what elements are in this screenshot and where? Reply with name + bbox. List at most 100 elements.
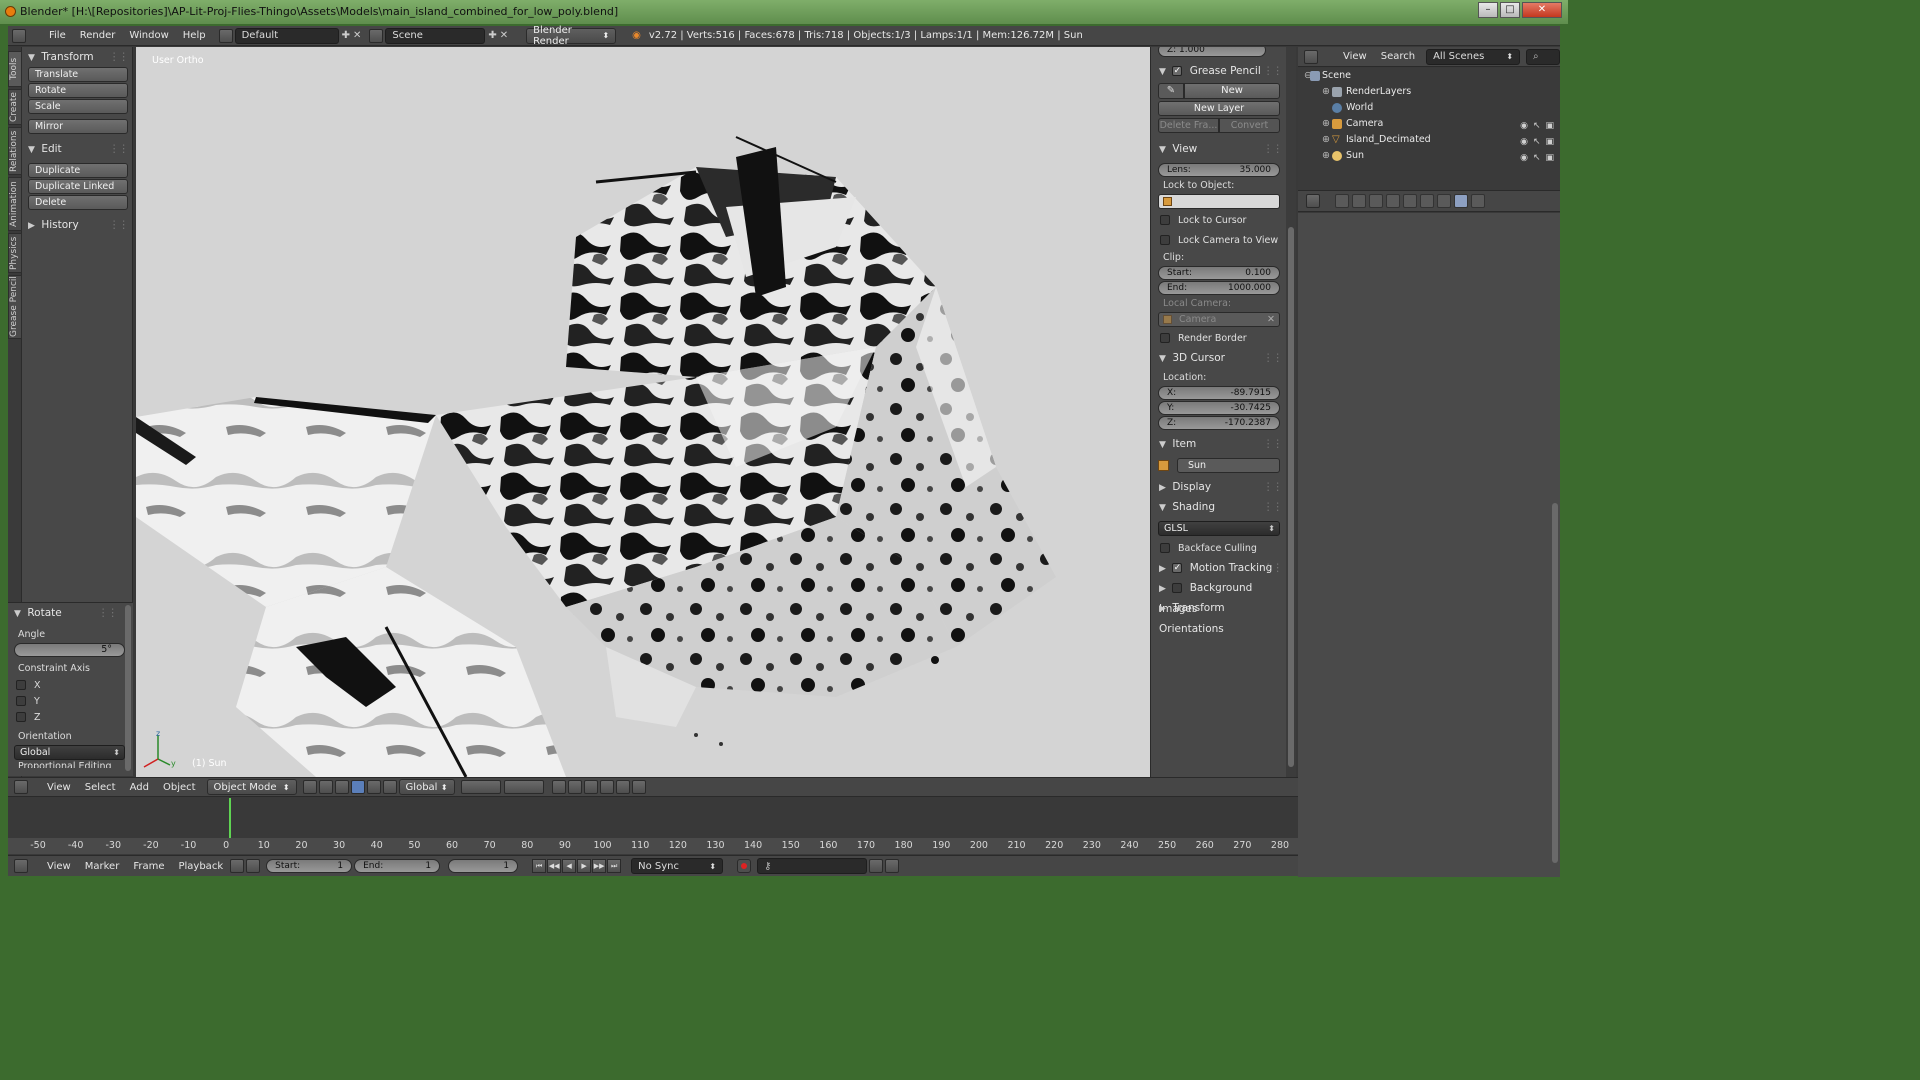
render-layers-tab-icon[interactable]	[1352, 194, 1366, 208]
properties-body-scrollbar[interactable]	[1552, 503, 1558, 863]
tab-relations[interactable]: Relations	[8, 127, 22, 175]
translate-manipulator-icon[interactable]	[350, 780, 365, 794]
panel-grip-icon[interactable]: ⋮⋮	[98, 603, 118, 623]
tl-menu-frame[interactable]: Frame	[126, 861, 171, 872]
translate-button[interactable]: Translate	[28, 67, 128, 82]
scale-manipulator-icon[interactable]	[382, 780, 397, 794]
new-layer-button[interactable]: New Layer	[1158, 101, 1280, 116]
timeline-ruler[interactable]: -50 -40 -30 -20 -10 0 10 20 30 40 50 60 70 80 90 100 110…	[8, 838, 1298, 854]
lock-layers-icon[interactable]	[551, 780, 566, 794]
current-frame-field[interactable]: 1	[448, 859, 519, 873]
duplicate-linked-button[interactable]: Duplicate Linked	[28, 179, 128, 194]
snap-toggle-icon[interactable]	[583, 780, 598, 794]
transform-orientation-dropdown[interactable]: Global ⬍	[398, 779, 455, 795]
pivot-point-icon[interactable]	[318, 780, 333, 794]
outliner-row-renderlayers[interactable]: ⊕ RenderLayers	[1298, 84, 1560, 100]
render-tab-icon[interactable]	[1335, 194, 1349, 208]
texture-tab-icon[interactable]	[1454, 194, 1468, 208]
grease-pencil-header[interactable]: ▼ Grease Pencil ⋮⋮	[1151, 61, 1286, 81]
new-grease-pencil-button[interactable]: New	[1184, 83, 1280, 99]
scrollbar-thumb[interactable]	[1288, 227, 1294, 767]
outliner-editor-icon[interactable]	[1304, 49, 1318, 64]
keying-set-field[interactable]: ⚷	[757, 858, 868, 874]
dimension-z-field[interactable]: Z: 1.000	[1158, 47, 1266, 57]
clear-icon[interactable]: ✕	[1267, 313, 1275, 326]
panel-grip-icon[interactable]: ⋮⋮	[1263, 497, 1283, 517]
outliner-row-world[interactable]: World	[1298, 100, 1560, 116]
snap-element-icon[interactable]	[599, 780, 614, 794]
shading-panel-header[interactable]: ▼ Shading ⋮⋮	[1151, 497, 1286, 517]
properties-scrollbar[interactable]	[1286, 47, 1296, 777]
expand-icon[interactable]: ⊕	[1322, 84, 1330, 100]
history-panel-header[interactable]: ▶ History ⋮⋮	[22, 215, 132, 235]
layout-select[interactable]: Default	[234, 27, 339, 44]
prev-keyframe-icon[interactable]: ◀◀	[547, 859, 562, 873]
edit-panel-header[interactable]: ▼ Edit ⋮⋮	[22, 139, 132, 159]
item-name-field[interactable]: Sun	[1177, 458, 1280, 473]
panel-grip-icon[interactable]: ⋮⋮	[1263, 434, 1283, 454]
constraints-tab-icon[interactable]	[1420, 194, 1434, 208]
jump-start-icon[interactable]: ⏮	[532, 859, 547, 873]
info-editor-icon[interactable]	[12, 28, 26, 43]
outliner-row-camera[interactable]: ⊕ Camera ◉ ↖ ▣	[1298, 116, 1560, 132]
vp-menu-object[interactable]: Object	[156, 782, 203, 793]
timeline[interactable]: -50 -40 -30 -20 -10 0 10 20 30 40 50 60 70 80 90 100 110…	[8, 798, 1298, 855]
panel-grip-icon[interactable]: ⋮⋮	[109, 139, 129, 159]
lock-to-cursor-toggle[interactable]: Lock to Cursor	[1151, 210, 1286, 230]
rotate-manipulator-icon[interactable]	[366, 780, 381, 794]
pencil-icon[interactable]: ✎	[1158, 83, 1184, 99]
object-mode-dropdown[interactable]: Object Mode ⬍	[206, 779, 297, 795]
tl-menu-playback[interactable]: Playback	[171, 861, 230, 872]
outliner-menu-search[interactable]: Search	[1374, 51, 1422, 62]
tl-menu-marker[interactable]: Marker	[78, 861, 127, 872]
delete-button[interactable]: Delete	[28, 195, 128, 210]
3d-cursor-header[interactable]: ▼ 3D Cursor ⋮⋮	[1151, 348, 1286, 368]
panel-grip-icon[interactable]: ⋮⋮	[1263, 558, 1283, 578]
axis-x-toggle[interactable]: X	[8, 677, 133, 693]
auto-keyframe-record-icon[interactable]	[737, 859, 752, 873]
viewport-shading-icon[interactable]	[302, 780, 317, 794]
panel-grip-icon[interactable]: ⋮⋮	[1263, 348, 1283, 368]
tab-physics[interactable]: Physics	[8, 233, 22, 273]
current-frame-cursor[interactable]	[228, 798, 231, 842]
operator-scrollbar[interactable]	[125, 605, 131, 771]
panel-grip-icon[interactable]: ⋮⋮	[109, 47, 129, 67]
render-icon[interactable]: ▣	[1545, 150, 1554, 166]
cursor-y-field[interactable]: Y: -30.7425	[1158, 401, 1280, 415]
tab-grease-pencil[interactable]: Grease Pencil	[8, 275, 22, 339]
object-tab-icon[interactable]	[1403, 194, 1417, 208]
panel-grip-icon[interactable]: ⋮⋮	[1263, 139, 1283, 159]
render-border-toggle[interactable]: Render Border	[1151, 328, 1286, 348]
motion-tracking-header[interactable]: ▶ Motion Tracking ⋮⋮	[1151, 558, 1286, 578]
3d-viewport[interactable]: z y User Ortho (1) Sun	[136, 47, 1150, 777]
tab-animation[interactable]: Animation	[8, 177, 22, 231]
clip-end-field[interactable]: End: 1000.000	[1158, 281, 1280, 295]
add-layout-icon[interactable]: ✚	[342, 30, 350, 41]
maximize-button[interactable]: □	[1500, 2, 1520, 18]
rotate-button[interactable]: Rotate	[28, 83, 128, 98]
tab-create[interactable]: Create	[8, 89, 22, 125]
vp-menu-view[interactable]: View	[40, 782, 78, 793]
timeline-editor-icon[interactable]	[14, 859, 28, 873]
layout-icon[interactable]	[218, 28, 233, 43]
opengl-render-icon[interactable]	[615, 780, 630, 794]
panel-grip-icon[interactable]: ⋮⋮	[109, 215, 129, 235]
rotate-operator-header[interactable]: ▼ Rotate ⋮⋮	[8, 603, 133, 623]
transform-orientations-header[interactable]: ▶ Transform Orientations	[1151, 598, 1286, 635]
clip-start-field[interactable]: Start: 0.100	[1158, 266, 1280, 280]
lock-object-field[interactable]	[1158, 194, 1280, 209]
next-keyframe-icon[interactable]: ▶▶	[592, 859, 607, 873]
manipulator-toggle-icon[interactable]	[334, 780, 349, 794]
lens-field[interactable]: Lens: 35.000	[1158, 163, 1280, 177]
shading-mode-dropdown[interactable]: GLSL ⬍	[1158, 521, 1280, 536]
proportional-edit-icon[interactable]	[567, 780, 582, 794]
backface-culling-toggle[interactable]: Backface Culling	[1151, 538, 1286, 558]
remove-layout-icon[interactable]: ✕	[353, 30, 361, 41]
layers-group-2[interactable]	[503, 780, 544, 794]
scene-tab-icon[interactable]	[1369, 194, 1383, 208]
menu-window[interactable]: Window	[122, 30, 175, 41]
remove-scene-icon[interactable]: ✕	[500, 30, 508, 41]
panel-grip-icon[interactable]: ⋮⋮	[1263, 477, 1283, 497]
world-tab-icon[interactable]	[1386, 194, 1400, 208]
scene-select[interactable]: Scene	[385, 27, 486, 44]
